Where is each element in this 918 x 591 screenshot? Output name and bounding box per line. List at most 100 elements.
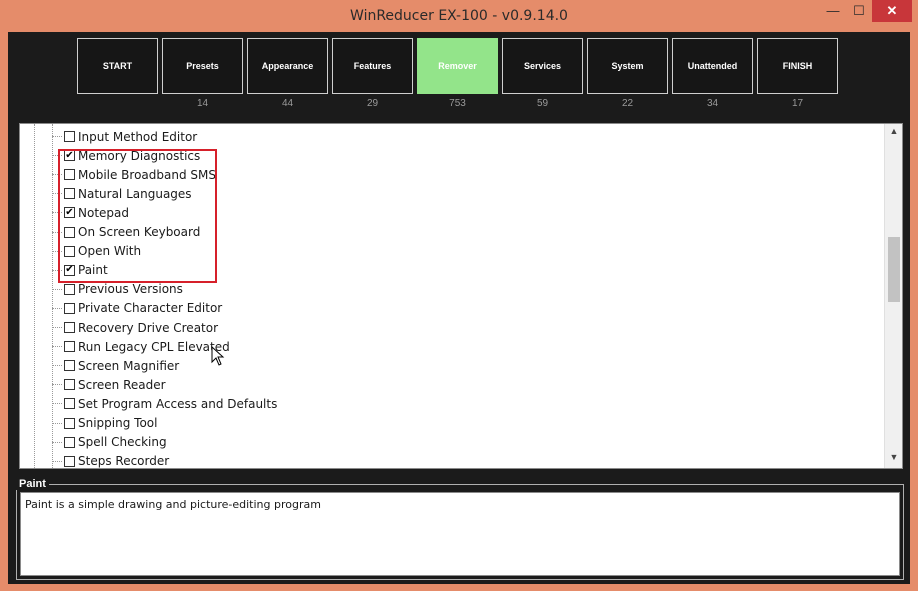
tree-connector [52, 327, 62, 328]
tab-remover[interactable]: Remover [417, 38, 498, 94]
item-checkbox[interactable]: ✔ [64, 150, 75, 162]
item-checkbox[interactable] [64, 322, 75, 333]
tab-count-system: 22 [621, 98, 634, 109]
tab-count-finish: 17 [791, 98, 804, 109]
item-checkbox[interactable] [64, 169, 75, 181]
tree-item[interactable]: Previous Versions [52, 280, 412, 299]
item-checkbox[interactable] [64, 360, 75, 372]
tree-item-label: Input Method Editor [78, 129, 198, 144]
tree-item-label: Spell Checking [78, 435, 167, 450]
tree-item[interactable]: ✔ Paint [52, 261, 412, 280]
tree-item-label: Snipping Tool [78, 416, 158, 430]
tree-item-label: Open With [78, 244, 142, 259]
mouse-cursor-icon [211, 346, 225, 366]
tree-connector [52, 365, 62, 367]
tab-unattended[interactable]: Unattended [672, 38, 753, 94]
tree-item-label: Paint [78, 263, 108, 278]
tab-count-features: 29 [366, 98, 379, 109]
tree-item-label: Private Character Editor [78, 301, 223, 316]
tree-item-label: On Screen Keyboard [78, 225, 201, 239]
item-checkbox[interactable] [64, 398, 75, 410]
tree-item-label: Mobile Broadband SMS [78, 167, 216, 182]
scroll-down-icon[interactable]: ▼ [885, 452, 902, 466]
tree-list: Input Method Editor ✔ Memory Diagnostics Mo… [20, 124, 880, 468]
title-bar[interactable]: WinReducer EX-100 - v0.9.14.0 — ☐ ✕ [0, 0, 918, 32]
tree-item[interactable]: Run Legacy CPL Elevated [52, 337, 412, 356]
tree-connector [52, 346, 62, 348]
item-checkbox[interactable] [64, 131, 75, 142]
tree-item-label: Notepad [78, 205, 129, 220]
item-checkbox[interactable] [64, 245, 75, 257]
tree-connector [52, 441, 62, 443]
tree-guide-line [34, 124, 35, 468]
tree-connector [52, 460, 62, 462]
item-checkbox[interactable] [64, 283, 75, 295]
tab-count-appearance: 44 [281, 98, 294, 109]
tab-start[interactable]: START [77, 38, 158, 94]
item-checkbox[interactable] [64, 455, 75, 467]
tree-item[interactable]: Set Program Access and Defaults [52, 394, 412, 413]
tree-item[interactable]: Screen Reader [52, 375, 412, 394]
item-checkbox[interactable] [64, 226, 75, 238]
remover-tree: Input Method Editor ✔ Memory Diagnostics Mo… [19, 123, 903, 469]
item-checkbox[interactable]: ✔ [64, 264, 75, 276]
tab-presets[interactable]: Presets [162, 38, 243, 94]
maximize-button[interactable]: ☐ [846, 0, 872, 22]
tree-item-label: Run Legacy CPL Elevated [78, 339, 230, 354]
tree-item-label: Memory Diagnostics [78, 148, 201, 163]
tree-connector [52, 231, 62, 233]
item-checkbox[interactable] [64, 188, 75, 200]
tree-item-label: Screen Reader [78, 377, 166, 392]
tree-connector [52, 193, 62, 195]
tab-count-remover: 753 [449, 98, 466, 109]
minimize-button[interactable]: — [820, 0, 846, 22]
description-text: Paint is a simple drawing and picture-ed… [20, 492, 900, 576]
tree-item[interactable]: Screen Magnifier [52, 356, 412, 375]
tab-count-services: 59 [536, 98, 549, 109]
tree-item[interactable]: ✔ Notepad [52, 203, 412, 222]
scroll-up-icon[interactable]: ▲ [885, 126, 902, 140]
item-checkbox[interactable] [64, 302, 75, 314]
tree-connector [52, 155, 62, 157]
tree-item[interactable]: Recovery Drive Creator [52, 318, 412, 337]
tree-item[interactable]: Natural Languages [52, 184, 412, 203]
tree-item[interactable]: ✔ Memory Diagnostics [52, 146, 412, 165]
tree-connector [52, 384, 62, 386]
tab-count-presets: 14 [196, 98, 209, 109]
description-title: Paint [16, 478, 49, 490]
tree-item[interactable]: Private Character Editor [52, 299, 412, 318]
item-checkbox[interactable] [64, 417, 75, 429]
tab-services[interactable]: Services [502, 38, 583, 94]
tree-item[interactable]: Mobile Broadband SMS [52, 165, 412, 184]
main-content: START Presets 14 Appearance 44 Features 29 Remo… [8, 32, 910, 584]
tree-connector [52, 250, 62, 252]
app-window: WinReducer EX-100 - v0.9.14.0 — ☐ ✕ STAR… [0, 0, 918, 591]
tree-item[interactable]: Steps Recorder [52, 452, 412, 468]
tree-scrollbar[interactable]: ▲ ▼ [884, 124, 902, 468]
tree-connector [52, 136, 62, 137]
item-checkbox[interactable] [64, 341, 75, 353]
tree-item-label: Set Program Access and Defaults [78, 396, 278, 411]
tab-appearance[interactable]: Appearance [247, 38, 328, 94]
tab-finish[interactable]: FINISH [757, 38, 838, 94]
tree-connector [52, 422, 62, 424]
close-button[interactable]: ✕ [872, 0, 912, 22]
item-checkbox[interactable]: ✔ [64, 207, 75, 219]
tree-item[interactable]: Input Method Editor [52, 127, 412, 146]
tree-item-label: Previous Versions [78, 282, 183, 297]
tree-item[interactable]: Snipping Tool [52, 414, 412, 433]
tab-system[interactable]: System [587, 38, 668, 94]
tree-item-label: Natural Languages [78, 186, 192, 201]
tree-connector [52, 403, 62, 405]
tree-item[interactable]: Open With [52, 242, 412, 261]
tree-connector [52, 288, 62, 290]
item-checkbox[interactable] [64, 436, 75, 448]
tree-item[interactable]: On Screen Keyboard [52, 223, 412, 242]
tree-connector [52, 174, 62, 176]
tree-item[interactable]: Spell Checking [52, 433, 412, 452]
tree-item-label: Screen Magnifier [78, 358, 180, 373]
tree-connector [52, 269, 62, 271]
item-checkbox[interactable] [64, 379, 75, 391]
tab-features[interactable]: Features [332, 38, 413, 94]
scroll-thumb[interactable] [888, 237, 900, 302]
